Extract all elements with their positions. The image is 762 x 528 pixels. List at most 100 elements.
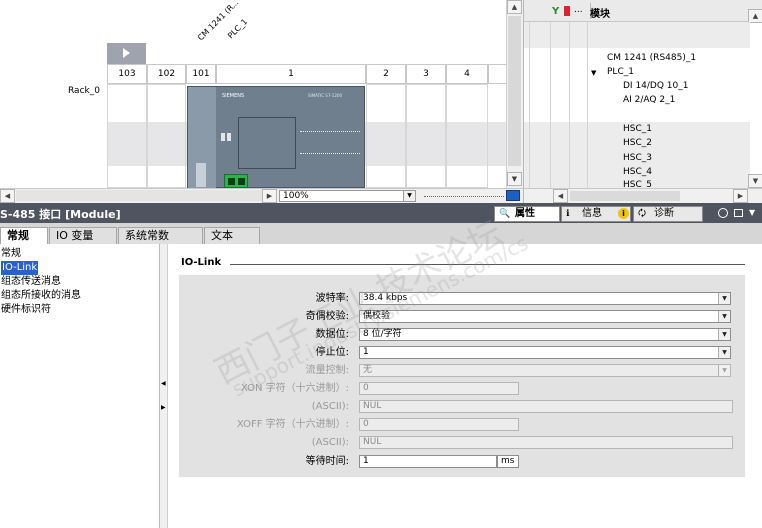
scroll-thumb[interactable] [570, 191, 680, 201]
wait-time-unit: ms [497, 455, 519, 468]
scroll-right-icon[interactable]: ▶ [733, 189, 748, 203]
grid-line [587, 22, 588, 188]
scroll-down-icon[interactable]: ▼ [748, 174, 762, 188]
nav-item-receive-messages[interactable]: 组态所接收的消息 [1, 289, 81, 303]
data-bits-label: 数据位: [315, 329, 349, 340]
list-item[interactable]: DI 14/DQ 10_1 [623, 79, 762, 94]
nav-item-general[interactable]: 常规 [1, 247, 21, 261]
list-item[interactable]: HSC_3 [623, 151, 762, 166]
stop-bits-select[interactable]: 1 ▼ [359, 346, 731, 359]
restore-icon[interactable] [734, 209, 743, 217]
list-item[interactable]: HSC_5 [623, 178, 762, 188]
xon-hex-field: 0 [359, 382, 519, 395]
left-nav: 常规 IO-Link 组态传送消息 组态所接收的消息 硬件标识符 [0, 244, 160, 528]
scroll-thumb[interactable] [508, 16, 521, 166]
zoom-select[interactable]: 100% ▼ [279, 190, 416, 202]
baud-rate-label: 波特率: [315, 293, 349, 304]
chevron-down-icon[interactable]: ▼ [403, 191, 415, 201]
list-item[interactable]: CM 1241 (RS485)_1 [607, 51, 757, 66]
device-view-vscrollbar[interactable]: ▲ ▼ [506, 0, 523, 188]
nav-splitter[interactable]: ◀ ▶ [160, 244, 168, 528]
hscroll-track[interactable] [16, 190, 262, 201]
slot-header[interactable]: 3 [406, 64, 446, 84]
data-bits-select[interactable]: 8 位/字符 ▼ [359, 328, 731, 341]
rack-slot[interactable] [366, 84, 406, 188]
expand-right-icon[interactable]: ▶ [161, 404, 166, 411]
tab-label: 属性 [515, 208, 535, 219]
scroll-down-icon[interactable]: ▼ [507, 172, 522, 186]
scroll-right-icon[interactable]: ▶ [262, 189, 277, 203]
wait-time-field[interactable]: 1 [359, 455, 497, 468]
scroll-left-icon[interactable]: ◀ [553, 189, 568, 203]
filter-icon[interactable]: Y [552, 6, 564, 18]
xoff-ascii-field: NUL [359, 436, 733, 449]
chevron-down-icon[interactable]: ▼ [718, 347, 730, 358]
chevron-down-icon[interactable]: ▼ [749, 208, 755, 217]
chevron-down-icon[interactable]: ▼ [718, 311, 730, 322]
slot-header[interactable]: 103 [107, 64, 147, 84]
header-dots[interactable]: ... [574, 5, 583, 15]
grid-line [529, 22, 530, 188]
slot-header[interactable]: 4 [446, 64, 488, 84]
tab-texts[interactable]: 文本 [204, 227, 260, 244]
scroll-up-icon[interactable]: ▲ [507, 0, 522, 14]
slot-header[interactable]: 1 [216, 64, 366, 84]
row-stripe [524, 22, 750, 48]
zoom-value: 100% [283, 191, 309, 201]
zoom-slider[interactable] [424, 196, 504, 197]
rack-slot[interactable] [446, 84, 488, 188]
tab-io-tags[interactable]: IO 变量 [49, 227, 117, 244]
scroll-left-icon[interactable]: ◀ [0, 189, 15, 203]
rack-slot[interactable] [147, 84, 186, 188]
data-bits-value: 8 位/字符 [363, 329, 402, 339]
nav-item-io-link[interactable]: IO-Link [1, 261, 39, 275]
list-item[interactable]: PLC_1 [607, 65, 757, 80]
slot-header[interactable]: 2 [366, 64, 406, 84]
minimize-icon[interactable] [718, 208, 728, 218]
list-item[interactable]: HSC_1 [623, 122, 762, 137]
list-item[interactable]: HSC_2 [623, 136, 762, 151]
overview-icon[interactable] [506, 190, 520, 201]
xon-hex-label: XON 字符（十六进制）: [240, 383, 349, 394]
chevron-down-icon[interactable]: ▼ [718, 329, 730, 340]
chevron-down-icon[interactable]: ▼ [718, 293, 730, 304]
filter-red-icon[interactable] [564, 6, 570, 16]
nav-item-transmit-messages[interactable]: 组态传送消息 [1, 275, 61, 289]
collapse-left-icon[interactable]: ◀ [161, 380, 166, 387]
list-item[interactable]: AI 2/AQ 2_1 [623, 93, 762, 108]
tab-diagnostics[interactable]: 🗘 诊断 [633, 206, 703, 222]
chevron-down-icon: ▼ [718, 365, 730, 376]
scroll-up-icon[interactable]: ▲ [748, 9, 762, 23]
slot-header[interactable] [488, 64, 506, 84]
module-column-header[interactable]: 模块 [590, 5, 610, 20]
grid-line [569, 22, 570, 188]
xoff-ascii-label: (ASCII): [311, 437, 349, 448]
parity-value: 偶校验 [363, 311, 391, 321]
module-hscrollbar[interactable]: ◀ ▶ [524, 188, 762, 203]
play-icon [123, 48, 130, 58]
slot-header[interactable]: 102 [147, 64, 186, 84]
tab-properties[interactable]: 🔍 属性 [494, 206, 560, 222]
flow-control-select: 无 ▼ [359, 364, 731, 377]
parity-select[interactable]: 偶校验 ▼ [359, 310, 731, 323]
rack-label: Rack_0 [68, 86, 100, 96]
expand-triangle-icon[interactable]: ▼ [591, 69, 596, 77]
tab-system-constants[interactable]: 系统常数 [118, 227, 203, 244]
tab-info[interactable]: ℹ 信息 i [561, 206, 631, 222]
diagnostics-icon: 🗘 [638, 209, 647, 219]
nav-item-hardware-id[interactable]: 硬件标识符 [1, 303, 51, 317]
plc-module-graphic[interactable]: SIEMENS SIMATIC S7-1200 [187, 86, 365, 188]
device-view[interactable]: CM 1241 (R... PLC_1 103 102 101 1 2 3 4 … [0, 0, 506, 188]
slot-header[interactable]: 101 [186, 64, 216, 84]
rack-slot[interactable] [406, 84, 446, 188]
module-list-header: Y ... 模块 [524, 0, 762, 22]
rack-slot[interactable] [107, 84, 147, 188]
flow-control-value: 无 [363, 365, 373, 375]
tab-label: 诊断 [654, 208, 674, 219]
rack-expand-button[interactable] [107, 43, 146, 64]
baud-rate-select[interactable]: 38.4 kbps ▼ [359, 292, 731, 305]
tab-general[interactable]: 常规 [0, 227, 48, 245]
main-tab-strip: 常规 IO 变量 系统常数 文本 [0, 223, 762, 245]
stop-bits-label: 停止位: [315, 347, 349, 358]
param-box: 波特率: 38.4 kbps ▼ 奇偶校验: 偶校验 ▼ 数据位: 8 位/字符… [179, 275, 745, 477]
